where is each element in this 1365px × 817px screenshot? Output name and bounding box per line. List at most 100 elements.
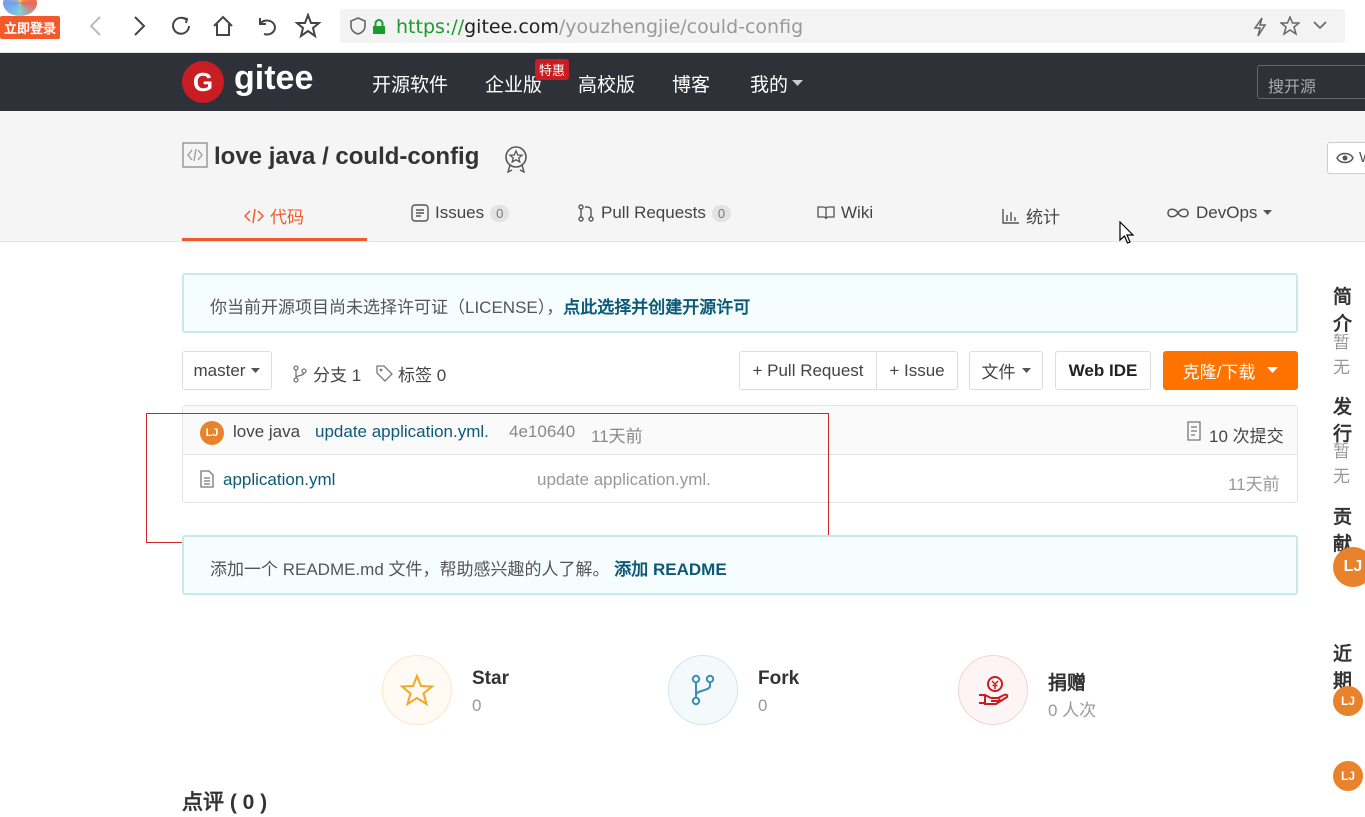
recommend-badge-icon <box>503 145 529 178</box>
reload-icon[interactable] <box>167 12 195 40</box>
caret-down-icon <box>1267 367 1279 373</box>
caret-down-icon <box>1263 210 1273 215</box>
nav-mine[interactable]: 我的 <box>750 70 804 97</box>
donate-label[interactable]: 捐赠 <box>1048 668 1086 695</box>
tags-count: 标签 0 <box>398 366 447 385</box>
license-notice: 你当前开源项目尚未选择许可证（LICENSE），点此选择并创建开源许可 <box>182 273 1298 333</box>
license-notice-link[interactable]: 点此选择并创建开源许可 <box>563 298 750 317</box>
caret-down-icon <box>1021 367 1031 373</box>
tab-stats-label: 统计 <box>1026 208 1060 227</box>
fork-button[interactable] <box>668 655 738 725</box>
star-button[interactable] <box>382 655 452 725</box>
site-navbar: G gitee 开源软件 企业版 特惠 高校版 博客 我的 搜开源 <box>0 53 1365 111</box>
avatar[interactable]: LJ <box>1333 686 1363 716</box>
avatar[interactable]: LJ <box>1333 547 1365 587</box>
files-dropdown-label: 文件 <box>981 363 1016 382</box>
promo-badge: 特惠 <box>535 59 570 80</box>
shield-icon <box>350 17 366 40</box>
new-issue-button[interactable]: + Issue <box>876 351 958 390</box>
chevron-down-icon[interactable] <box>1312 18 1328 37</box>
nav-blog[interactable]: 博客 <box>672 70 710 97</box>
tab-wiki-label: Wiki <box>841 203 874 222</box>
branches-count: 分支 1 <box>313 366 362 385</box>
favorite-star-icon[interactable] <box>1278 15 1302 41</box>
donate-count: 0 人次 <box>1048 701 1097 720</box>
nav-enterprise[interactable]: 企业版 <box>485 70 542 97</box>
nav-mine-label: 我的 <box>750 75 789 96</box>
tab-devops[interactable]: DevOps <box>1166 203 1273 223</box>
branches-link[interactable]: 分支 1 <box>292 361 361 386</box>
search-input[interactable]: 搜开源 <box>1257 65 1365 99</box>
caret-down-icon <box>251 367 261 373</box>
star-label[interactable]: Star <box>472 668 509 690</box>
avatar[interactable]: LJ <box>1333 761 1363 791</box>
tab-stats[interactable]: 统计 <box>1002 203 1060 228</box>
bar-chart-icon <box>1002 208 1019 224</box>
tab-wiki[interactable]: Wiki <box>817 203 873 223</box>
browser-logo-icon <box>3 0 37 16</box>
tags-link[interactable]: 标签 0 <box>376 361 446 386</box>
bookmark-star-icon[interactable] <box>294 12 322 40</box>
gitee-logo-text[interactable]: gitee <box>234 59 313 98</box>
license-notice-text: 你当前开源项目尚未选择许可证（LICENSE）， <box>210 298 564 317</box>
clone-download-button[interactable]: 克隆/下载 <box>1163 351 1298 390</box>
repo-code-icon <box>182 142 208 173</box>
code-icon <box>244 208 264 223</box>
active-tab-indicator <box>182 238 367 241</box>
branch-select-label: master <box>193 360 246 380</box>
caret-down-icon <box>792 80 804 86</box>
lightning-icon[interactable] <box>1252 17 1268 42</box>
home-icon[interactable] <box>209 12 237 40</box>
url-text[interactable]: https://gitee.com/youzhengjie/could-conf… <box>396 16 803 38</box>
release-text: 暂无 <box>1333 442 1350 486</box>
lock-icon <box>372 19 386 40</box>
tab-devops-label: DevOps <box>1196 203 1258 222</box>
address-bar[interactable]: https://gitee.com/youzhengjie/could-conf… <box>340 9 1345 43</box>
star-icon <box>400 673 434 707</box>
donate-button[interactable] <box>958 655 1028 725</box>
watch-button[interactable]: W <box>1327 142 1365 174</box>
tab-code-label: 代码 <box>270 208 304 227</box>
gitee-logo-icon[interactable]: G <box>182 61 224 103</box>
fork-count: 0 <box>758 696 768 715</box>
nav-open-source[interactable]: 开源软件 <box>372 70 448 97</box>
new-pull-request-button[interactable]: + Pull Request <box>739 351 877 390</box>
recent-activity-heading: 近期 <box>1333 644 1353 692</box>
fork-label[interactable]: Fork <box>758 668 799 690</box>
tag-icon <box>376 365 393 382</box>
fork-icon <box>691 674 715 706</box>
browser-toolbar: 立即登录 https://gitee.com/youzhengjie/could… <box>0 0 1365 53</box>
tab-issues-label: Issues <box>435 203 485 222</box>
readme-notice-link[interactable]: 添加 README <box>614 560 726 579</box>
web-ide-button[interactable]: Web IDE <box>1055 351 1151 390</box>
nav-education[interactable]: 高校版 <box>578 70 635 97</box>
forward-icon[interactable] <box>125 12 153 40</box>
pulls-count-badge: 0 <box>711 204 732 222</box>
annotation-highlight-box <box>146 413 829 543</box>
book-icon <box>817 206 835 220</box>
tab-pull-requests[interactable]: Pull Requests 0 <box>577 203 732 223</box>
commits-icon <box>1186 421 1202 446</box>
tab-pulls-label: Pull Requests <box>601 203 706 222</box>
login-badge[interactable]: 立即登录 <box>0 16 61 39</box>
star-count: 0 <box>472 696 482 715</box>
back-icon[interactable] <box>82 12 110 40</box>
repo-header: love java / could-config W 代码 Issues 0 P… <box>0 111 1365 242</box>
issues-count-badge: 0 <box>490 204 510 222</box>
intro-text: 暂无 <box>1333 333 1350 377</box>
pull-request-icon <box>578 204 594 222</box>
commit-count[interactable]: 10 次提交 <box>1209 422 1284 447</box>
undo-icon[interactable] <box>252 12 280 40</box>
files-dropdown[interactable]: 文件 <box>969 351 1043 390</box>
tab-issues[interactable]: Issues 0 <box>411 203 510 223</box>
tab-code[interactable]: 代码 <box>244 203 304 228</box>
donate-hand-icon <box>979 676 1009 705</box>
repo-title[interactable]: love java / could-config <box>214 143 479 171</box>
eye-icon <box>1336 151 1354 170</box>
watch-label: W <box>1359 149 1365 166</box>
reviews-heading: 点评 ( 0 ) <box>182 791 268 814</box>
issues-icon <box>411 204 429 222</box>
clone-label: 克隆/下载 <box>1182 363 1256 382</box>
branch-icon <box>293 364 307 383</box>
branch-select[interactable]: master <box>182 351 272 390</box>
